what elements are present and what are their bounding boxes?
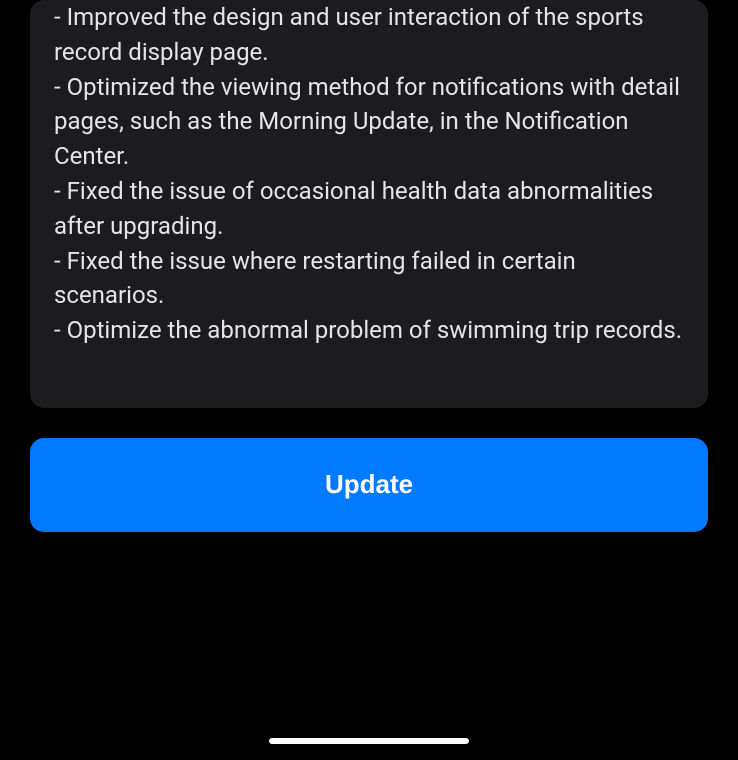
home-indicator[interactable]: [269, 738, 469, 744]
changelog-item: - Improved the design and user interacti…: [54, 0, 684, 70]
changelog-item: - Optimized the viewing method for notif…: [54, 70, 684, 174]
changelog-item: - Optimize the abnormal problem of swimm…: [54, 313, 684, 348]
changelog-item: - Fixed the issue where restarting faile…: [54, 244, 684, 314]
update-button-label: Update: [325, 469, 413, 500]
changelog-item: - Fixed the issue of occasional health d…: [54, 174, 684, 244]
changelog-list: - Improved the design and user interacti…: [54, 0, 684, 348]
update-button[interactable]: Update: [30, 438, 708, 532]
release-notes-card: - Improved the design and user interacti…: [30, 0, 708, 408]
